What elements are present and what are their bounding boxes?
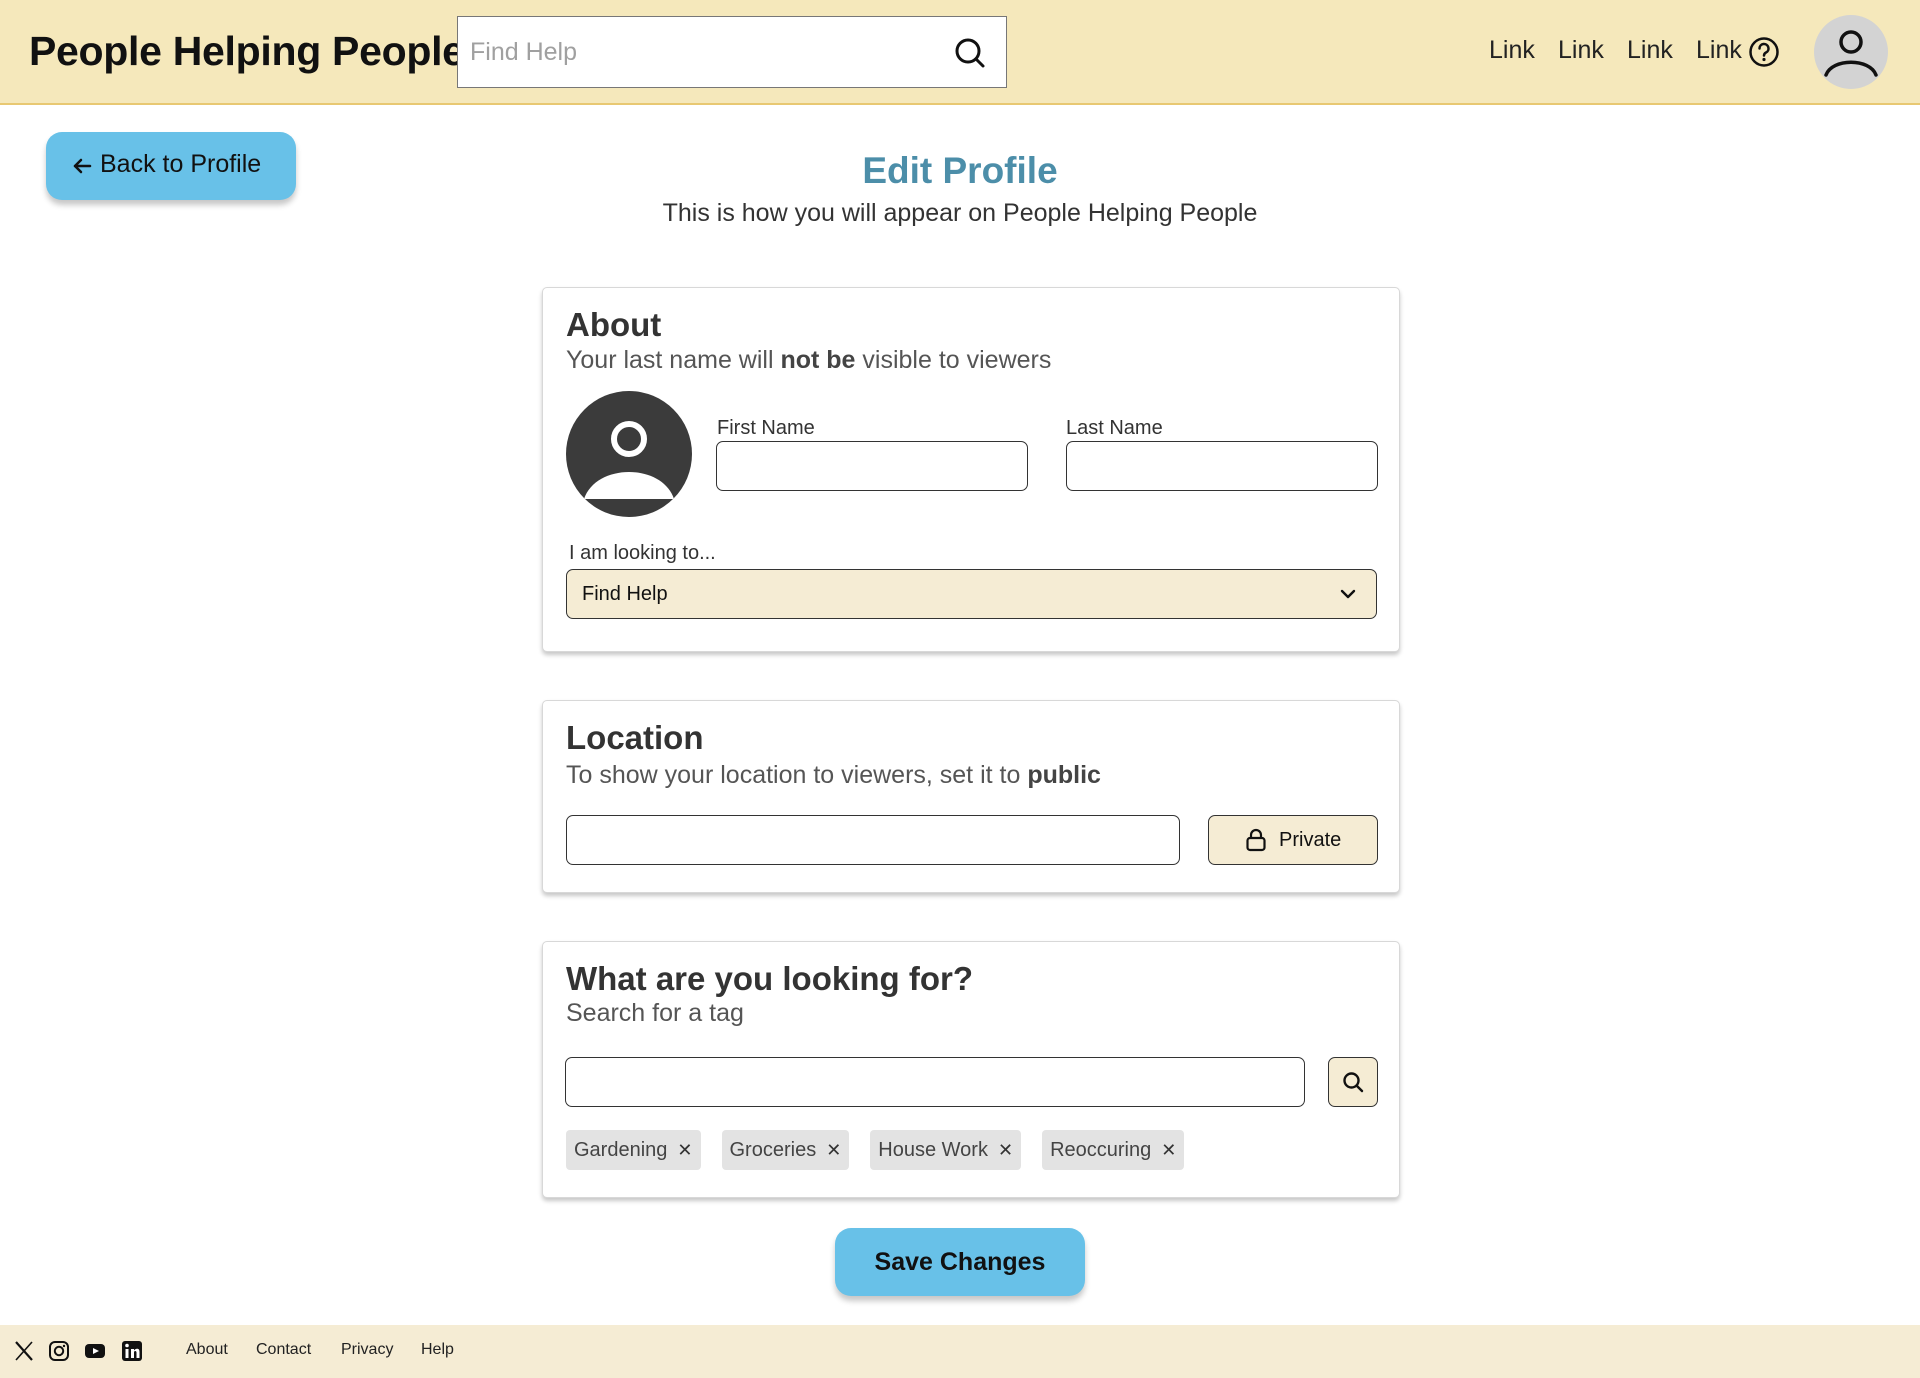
tags-heading: What are you looking for? <box>566 960 974 997</box>
last-name-input[interactable] <box>1066 441 1378 491</box>
remove-tag-icon[interactable]: ✕ <box>998 1141 1013 1159</box>
footer-link-help[interactable]: Help <box>421 1341 454 1359</box>
nav-link-4[interactable]: Link <box>1696 36 1742 65</box>
profile-avatar[interactable] <box>566 391 692 517</box>
x-icon[interactable] <box>13 1340 35 1362</box>
tag-label: Groceries <box>729 1138 817 1161</box>
last-name-label: Last Name <box>1066 417 1163 439</box>
search-icon[interactable] <box>950 33 990 73</box>
page-subtitle: This is how you will appear on People He… <box>662 199 1258 227</box>
tag-label: House Work <box>878 1138 988 1161</box>
nav-link-1[interactable]: Link <box>1489 36 1535 65</box>
tag-chip: Groceries ✕ <box>721 1130 850 1170</box>
user-avatar[interactable] <box>1814 15 1888 89</box>
youtube-icon[interactable] <box>84 1340 106 1362</box>
remove-tag-icon[interactable]: ✕ <box>1161 1141 1176 1159</box>
about-heading: About <box>566 306 662 343</box>
about-card: About Your last name will not be visible… <box>542 287 1400 652</box>
help-circle-icon[interactable] <box>1748 36 1780 68</box>
nav-link-3[interactable]: Link <box>1627 36 1673 65</box>
tag-label: Gardening <box>574 1138 668 1161</box>
privacy-label: Private <box>1279 829 1342 851</box>
looking-to-select[interactable]: Find Help <box>566 569 1377 619</box>
remove-tag-icon[interactable]: ✕ <box>677 1141 692 1159</box>
nav-link-2[interactable]: Link <box>1558 36 1604 65</box>
footer-link-about[interactable]: About <box>186 1341 228 1359</box>
location-privacy-button[interactable]: Private <box>1208 815 1378 865</box>
save-changes-button[interactable]: Save Changes <box>835 1228 1085 1296</box>
looking-to-label: I am looking to... <box>569 542 716 564</box>
remove-tag-icon[interactable]: ✕ <box>826 1141 841 1159</box>
footer-link-contact[interactable]: Contact <box>256 1341 311 1359</box>
user-icon <box>584 421 674 499</box>
tag-search-input[interactable] <box>565 1057 1305 1107</box>
search-input[interactable] <box>470 31 930 73</box>
linkedin-icon[interactable] <box>121 1340 143 1362</box>
location-card: Location To show your location to viewer… <box>542 700 1400 893</box>
footer-link-privacy[interactable]: Privacy <box>341 1341 393 1359</box>
first-name-label: First Name <box>717 417 815 439</box>
looking-to-value: Find Help <box>582 583 668 605</box>
chevron-down-icon <box>1340 589 1356 599</box>
page-title: Edit Profile <box>862 150 1058 191</box>
tag-chip: Reoccuring ✕ <box>1042 1130 1185 1170</box>
location-description: To show your location to viewers, set it… <box>566 761 1101 789</box>
footer: About Contact Privacy Help <box>0 1325 1920 1378</box>
first-name-input[interactable] <box>716 441 1028 491</box>
tag-chip: House Work ✕ <box>870 1130 1022 1170</box>
location-input[interactable] <box>566 815 1180 865</box>
tag-chip: Gardening ✕ <box>566 1130 701 1170</box>
location-heading: Location <box>566 719 704 756</box>
lock-icon <box>1246 828 1266 852</box>
search-icon <box>1343 1072 1364 1093</box>
brand-title[interactable]: People Helping People <box>29 28 465 75</box>
tags-card: What are you looking for? Search for a t… <box>542 941 1400 1198</box>
tag-list: Gardening ✕ Groceries ✕ House Work ✕ Reo… <box>566 1130 1185 1170</box>
user-icon <box>1824 30 1878 77</box>
tag-label: Reoccuring <box>1050 1138 1152 1161</box>
tag-search-button[interactable] <box>1328 1057 1378 1107</box>
search-bar <box>457 16 1007 88</box>
tags-description: Search for a tag <box>566 999 744 1027</box>
about-description: Your last name will not be visible to vi… <box>566 346 1052 374</box>
top-header: People Helping People Link Link Link Lin… <box>0 0 1920 105</box>
instagram-icon[interactable] <box>48 1340 70 1362</box>
